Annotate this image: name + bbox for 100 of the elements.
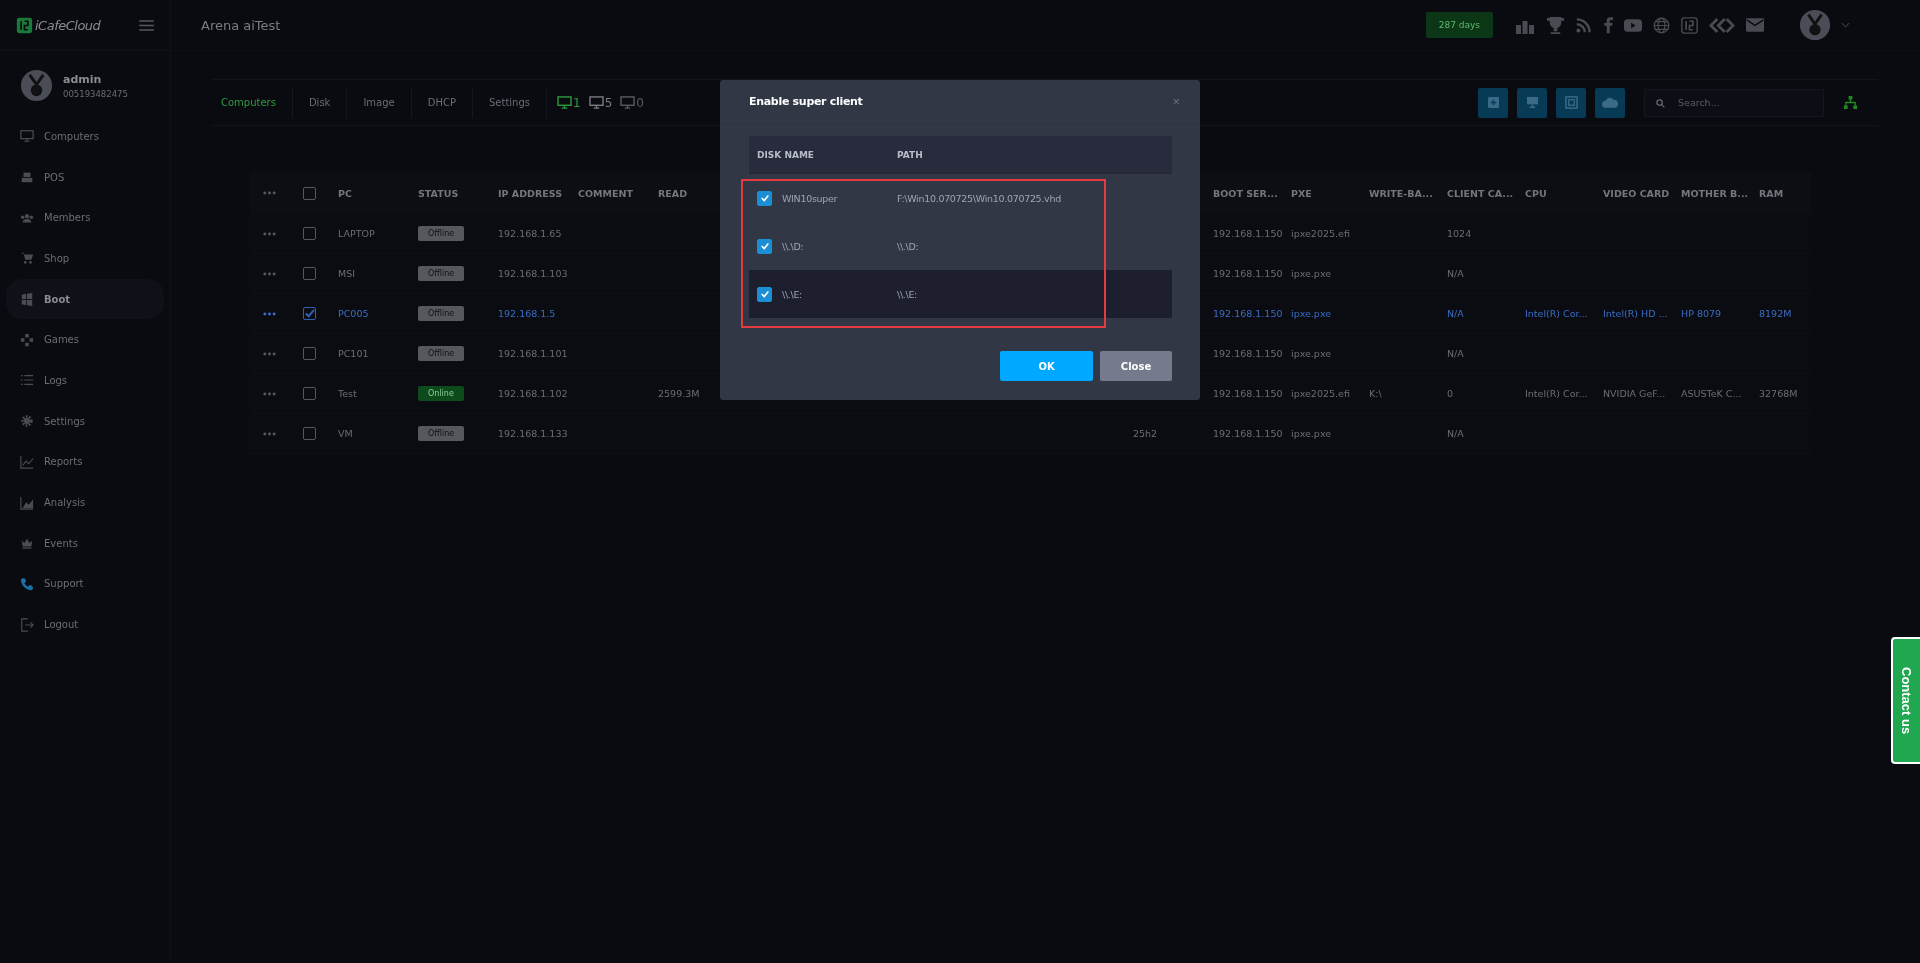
status-badge: Offline bbox=[418, 266, 465, 281]
tab[interactable]: Disk bbox=[292, 87, 348, 118]
column-header[interactable]: BOOT SER... bbox=[1213, 187, 1278, 199]
computer-count: 1 bbox=[573, 95, 581, 110]
checkbox[interactable] bbox=[303, 186, 316, 200]
crown-icon bbox=[20, 536, 34, 551]
chevron-logo-icon[interactable] bbox=[1709, 17, 1735, 33]
copy-button[interactable] bbox=[1556, 87, 1586, 118]
table-cell: ipxe.pxe bbox=[1291, 308, 1332, 319]
more-icon[interactable] bbox=[263, 351, 276, 356]
sidebar-item[interactable]: Logout bbox=[6, 604, 164, 645]
more-icon[interactable] bbox=[263, 271, 276, 276]
table-cell: ipxe.pxe bbox=[1291, 348, 1332, 359]
sidebar-item[interactable]: POS bbox=[6, 156, 164, 198]
check-icon bbox=[304, 308, 315, 319]
checkbox[interactable] bbox=[303, 427, 316, 440]
area-chart-icon bbox=[20, 495, 34, 510]
check-icon bbox=[759, 289, 770, 299]
checkbox[interactable] bbox=[757, 286, 772, 302]
tab[interactable]: DHCP bbox=[411, 87, 473, 118]
table-cell: 192.168.1.150 bbox=[1213, 268, 1283, 279]
globe-icon[interactable] bbox=[1653, 16, 1670, 34]
brand-logo-icon[interactable] bbox=[1681, 16, 1698, 34]
column-header[interactable]: RAM bbox=[1759, 187, 1784, 199]
contact-tab[interactable]: Contact us bbox=[1891, 637, 1920, 764]
checkbox[interactable] bbox=[757, 190, 772, 206]
tab[interactable]: Settings bbox=[472, 87, 547, 118]
close-button[interactable]: Close bbox=[1100, 351, 1172, 381]
add-computer-button[interactable] bbox=[1517, 87, 1547, 118]
caret-icon[interactable] bbox=[1841, 22, 1850, 28]
column-header[interactable]: WRITE-BA... bbox=[1369, 187, 1433, 199]
table-cell: ipxe2025.efi bbox=[1291, 228, 1350, 239]
sidebar-item[interactable]: Boot bbox=[6, 278, 164, 320]
column-header[interactable]: IP ADDRESS bbox=[498, 187, 562, 199]
exit-icon bbox=[20, 617, 34, 632]
trophy-icon[interactable] bbox=[1546, 15, 1565, 35]
table-cell: WIN10super bbox=[782, 192, 838, 204]
column-header[interactable]: PXE bbox=[1291, 187, 1312, 199]
sidebar-item[interactable]: Events bbox=[6, 522, 164, 564]
cart-icon bbox=[20, 251, 34, 266]
column-header[interactable]: MOTHER B... bbox=[1681, 187, 1749, 199]
table-cell: MSI bbox=[338, 268, 356, 279]
tab[interactable]: Image bbox=[347, 87, 412, 118]
checkbox[interactable] bbox=[303, 227, 316, 240]
column-header[interactable]: CPU bbox=[1525, 187, 1547, 199]
status-badge: Offline bbox=[418, 226, 465, 241]
sidebar-item[interactable]: Computers bbox=[6, 116, 164, 157]
gear-icon bbox=[20, 414, 34, 429]
video-play-icon[interactable] bbox=[1624, 18, 1642, 32]
checkbox[interactable] bbox=[757, 238, 772, 254]
upload-button[interactable] bbox=[1595, 87, 1625, 118]
table-cell: HP 8079 bbox=[1681, 308, 1722, 319]
column-header[interactable]: CLIENT CA... bbox=[1447, 187, 1514, 199]
mail-icon[interactable] bbox=[1746, 18, 1764, 32]
avatar-icon[interactable] bbox=[20, 69, 53, 102]
sidebar-item[interactable]: Analysis bbox=[6, 482, 164, 523]
table-cell: N/A bbox=[1447, 428, 1464, 439]
sidebar-item[interactable]: Settings bbox=[6, 400, 164, 442]
checkbox[interactable] bbox=[303, 307, 316, 320]
sidebar-item[interactable]: Games bbox=[6, 319, 164, 361]
column-header[interactable]: READ bbox=[658, 187, 688, 199]
sidebar-item[interactable]: Members bbox=[6, 197, 164, 239]
table-cell: 192.168.1.102 bbox=[498, 388, 568, 399]
close-button[interactable]: × bbox=[1172, 94, 1180, 109]
facebook-icon[interactable] bbox=[1603, 16, 1613, 34]
more-icon[interactable] bbox=[263, 231, 276, 236]
more-icon[interactable] bbox=[263, 311, 276, 316]
checkbox[interactable] bbox=[303, 387, 316, 400]
table-cell: NVIDIA GeF... bbox=[1603, 388, 1666, 399]
more-icon[interactable] bbox=[263, 431, 276, 436]
table-cell: Intel(R) Cor... bbox=[1525, 388, 1588, 399]
sidebar-item[interactable]: Support bbox=[6, 563, 164, 605]
column-header[interactable]: VIDEO CARD bbox=[1603, 187, 1670, 199]
copy-icon bbox=[1564, 96, 1578, 109]
table-cell: \\.\E: bbox=[897, 288, 918, 300]
tab[interactable]: Computers bbox=[211, 87, 293, 118]
rss-icon[interactable] bbox=[1576, 17, 1592, 33]
column-header[interactable]: STATUS bbox=[418, 187, 459, 199]
ok-button[interactable]: OK bbox=[1000, 351, 1093, 381]
sidebar-item[interactable]: Reports bbox=[6, 441, 164, 483]
avatar-icon[interactable] bbox=[1799, 9, 1831, 41]
list-icon bbox=[20, 373, 34, 388]
monitor-icon bbox=[588, 96, 604, 109]
more-icon[interactable] bbox=[263, 191, 276, 195]
checkbox[interactable] bbox=[303, 267, 316, 280]
column-header[interactable]: PC bbox=[338, 187, 352, 199]
more-icon[interactable] bbox=[263, 391, 276, 396]
user-id: 005193482475 bbox=[63, 88, 128, 99]
plus-icon bbox=[1487, 97, 1499, 108]
menu-icon[interactable] bbox=[139, 19, 154, 31]
checkbox[interactable] bbox=[303, 347, 316, 360]
table-cell: 192.168.1.150 bbox=[1213, 348, 1283, 359]
sidebar-item[interactable]: Logs bbox=[6, 360, 164, 401]
network-icon[interactable] bbox=[1843, 95, 1858, 110]
table-cell: 192.168.1.101 bbox=[498, 348, 568, 359]
search-field[interactable]: Search... bbox=[1644, 88, 1824, 117]
status-badge: Online bbox=[418, 386, 464, 401]
sidebar-item[interactable]: Shop bbox=[6, 238, 164, 279]
add-button[interactable] bbox=[1478, 87, 1508, 118]
column-header[interactable]: COMMENT bbox=[578, 187, 633, 199]
